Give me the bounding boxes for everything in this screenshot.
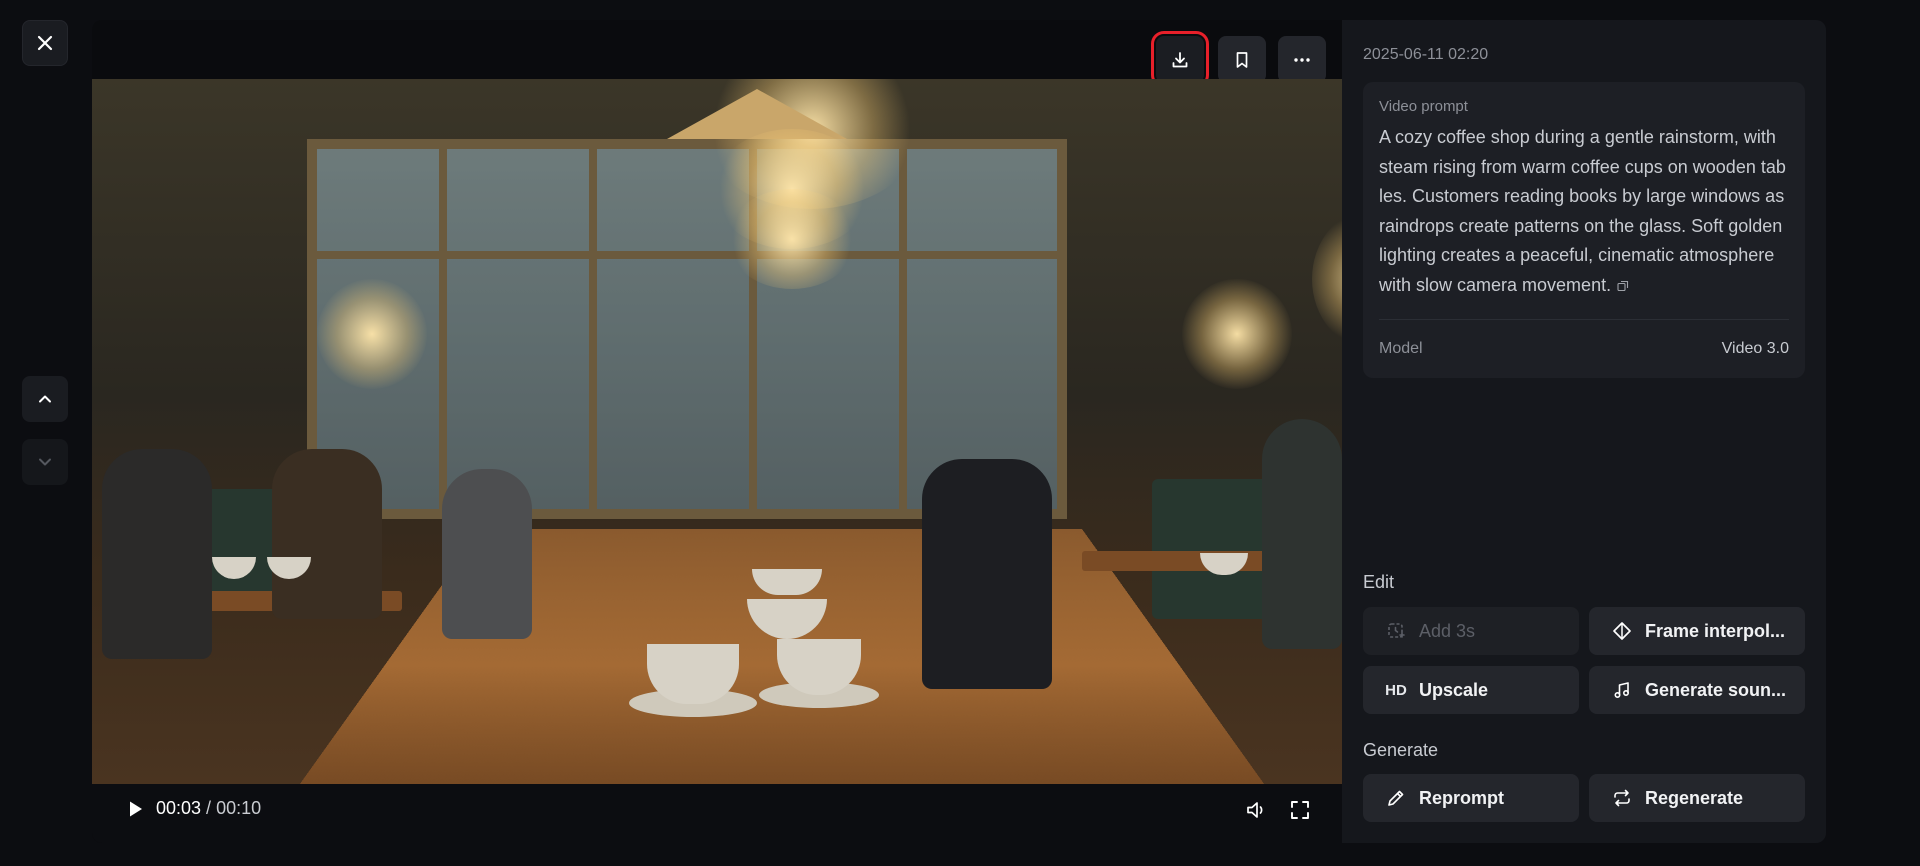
- reprompt-button[interactable]: Reprompt: [1363, 774, 1579, 822]
- scene-lamp-glow: [1182, 279, 1292, 389]
- scene-pane: [753, 255, 903, 513]
- upscale-label: Upscale: [1419, 679, 1489, 700]
- pencil-icon: [1385, 787, 1407, 809]
- music-note-icon: [1611, 679, 1633, 701]
- scene-lamp-glow: [317, 279, 427, 389]
- repeat-icon: [1611, 787, 1633, 809]
- generate-sound-button[interactable]: Generate soun...: [1589, 666, 1805, 714]
- scene-person: [1262, 419, 1342, 649]
- play-button[interactable]: [124, 798, 146, 820]
- volume-button[interactable]: [1244, 798, 1268, 822]
- add-3s-label: Add 3s: [1419, 620, 1476, 641]
- video-frame[interactable]: [92, 79, 1342, 784]
- more-options-button[interactable]: [1278, 36, 1326, 83]
- prompt-card: Video prompt A cozy coffee shop during a…: [1363, 82, 1805, 378]
- close-icon: [37, 35, 53, 51]
- scene-person: [102, 449, 212, 659]
- scene-pane: [443, 145, 593, 255]
- bookmark-icon: [1236, 51, 1248, 68]
- model-row: Model Video 3.0: [1379, 340, 1789, 358]
- chevron-up-icon: [39, 395, 51, 403]
- scene-pane: [903, 145, 1061, 255]
- frame-interpolation-icon: [1611, 620, 1633, 642]
- prompt-label: Video prompt: [1379, 98, 1468, 115]
- chevron-down-icon: [39, 458, 51, 466]
- generate-sound-label: Generate soun...: [1645, 679, 1787, 700]
- play-icon: [130, 801, 142, 817]
- scene-person: [922, 459, 1052, 689]
- model-value: Video 3.0: [1721, 340, 1789, 357]
- volume-icon: [1247, 802, 1263, 818]
- previous-button[interactable]: [22, 376, 68, 422]
- generate-section-label: Generate: [1363, 740, 1439, 760]
- timestamp: 2025-06-11 02:20: [1363, 46, 1489, 63]
- scene-table: [1082, 551, 1282, 571]
- clock-plus-icon: [1385, 620, 1407, 642]
- regenerate-button[interactable]: Regenerate: [1589, 774, 1805, 822]
- card-divider: [1379, 319, 1789, 320]
- scene-pane: [313, 145, 443, 255]
- scene-lamp-glow: [1312, 209, 1342, 349]
- scene-person: [442, 469, 532, 639]
- bookmark-button[interactable]: [1218, 36, 1266, 83]
- prompt-text-block: A cozy coffee shop during a gentle rains…: [1379, 123, 1789, 300]
- model-label: Model: [1379, 340, 1423, 357]
- add-3s-button[interactable]: Add 3s: [1363, 607, 1579, 655]
- player-controls: 00:03/00:10: [92, 784, 1342, 843]
- regenerate-label: Regenerate: [1645, 787, 1744, 808]
- prompt-text: A cozy coffee shop during a gentle rains…: [1379, 127, 1786, 295]
- upscale-button[interactable]: HD Upscale: [1363, 666, 1579, 714]
- duration: 00:10: [216, 798, 262, 818]
- current-time: 00:03: [156, 798, 202, 818]
- time-separator: /: [206, 798, 212, 818]
- reprompt-label: Reprompt: [1419, 787, 1504, 808]
- frame-interpolation-label: Frame interpol...: [1645, 620, 1786, 641]
- details-panel: 2025-06-11 02:20 Video prompt A cozy cof…: [1342, 20, 1826, 843]
- hd-icon: HD: [1385, 681, 1407, 699]
- scene-person: [272, 449, 382, 619]
- edit-section-label: Edit: [1363, 572, 1395, 592]
- copy-icon[interactable]: [1617, 280, 1629, 292]
- video-toolbar: [92, 20, 1342, 88]
- fullscreen-button[interactable]: [1288, 798, 1312, 822]
- fullscreen-icon: [1291, 801, 1309, 819]
- video-area: 00:03/00:10: [92, 20, 1342, 843]
- frame-interpolation-button[interactable]: Frame interpol...: [1589, 607, 1805, 655]
- scene-pane: [593, 255, 753, 513]
- more-horizontal-icon: [1294, 57, 1310, 62]
- time-display: 00:03/00:10: [156, 798, 261, 819]
- download-button[interactable]: [1151, 31, 1209, 88]
- scene-lamp-glow: [727, 189, 857, 289]
- download-icon: [1172, 51, 1188, 67]
- media-viewer: 00:03/00:10 2025-06-11 02:20 Video promp…: [92, 20, 1826, 843]
- close-button[interactable]: [22, 20, 68, 66]
- scene-lamp: [667, 89, 847, 139]
- next-button[interactable]: [22, 439, 68, 485]
